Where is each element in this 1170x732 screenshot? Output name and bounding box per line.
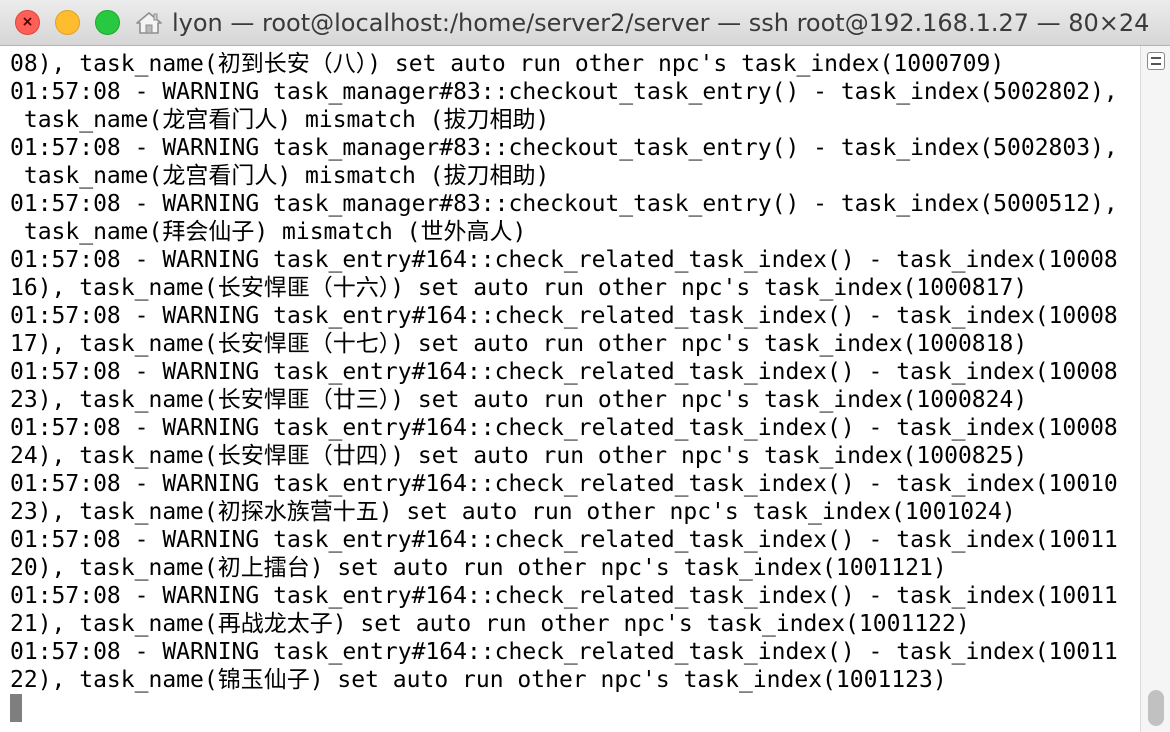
- terminal-cursor: [10, 694, 22, 722]
- terminal-line: 16), task_name(长安悍匪（十六）) set auto run ot…: [10, 275, 1028, 301]
- window-title: lyon — root@localhost:/home/server2/serv…: [172, 9, 1150, 37]
- terminal-line: 08), task_name(初到长安（八）) set auto run oth…: [10, 51, 1005, 77]
- terminal-line: task_name(龙宫看门人) mismatch (拔刀相助): [10, 107, 550, 133]
- scroll-thumb[interactable]: [1148, 690, 1164, 726]
- terminal-line: 24), task_name(长安悍匪（廿四）) set auto run ot…: [10, 443, 1028, 469]
- close-icon: ×: [21, 14, 34, 30]
- terminal-line: 01:57:08 - WARNING task_entry#164::check…: [10, 415, 1118, 441]
- vertical-scrollbar[interactable]: [1140, 46, 1170, 732]
- scroll-menu-button[interactable]: [1147, 52, 1165, 70]
- terminal-line: 20), task_name(初上擂台) set auto run other …: [10, 555, 947, 581]
- terminal-line: task_name(龙宫看门人) mismatch (拔刀相助): [10, 163, 550, 189]
- terminal-line: task_name(拜会仙子) mismatch (世外高人): [10, 219, 527, 245]
- terminal-line: 01:57:08 - WARNING task_manager#83::chec…: [10, 135, 1118, 161]
- terminal-window: × lyon — root@localhost:/home/server2/se…: [0, 0, 1170, 732]
- terminal-line: 01:57:08 - WARNING task_entry#164::check…: [10, 359, 1118, 385]
- terminal-output[interactable]: 08), task_name(初到长安（八）) set auto run oth…: [0, 46, 1140, 732]
- title-bar[interactable]: × lyon — root@localhost:/home/server2/se…: [0, 0, 1170, 46]
- terminal-line: 01:57:08 - WARNING task_manager#83::chec…: [10, 191, 1118, 217]
- terminal-line: 21), task_name(再战龙太子) set auto run other…: [10, 611, 970, 637]
- terminal-line: 01:57:08 - WARNING task_manager#83::chec…: [10, 79, 1118, 105]
- home-folder-icon: [136, 12, 162, 34]
- prompt-line[interactable]: [10, 694, 1140, 722]
- terminal-line: 17), task_name(长安悍匪（十七）) set auto run ot…: [10, 331, 1028, 357]
- close-button[interactable]: ×: [15, 10, 40, 35]
- terminal-line: 23), task_name(初探水族营十五) set auto run oth…: [10, 499, 1016, 525]
- terminal-line: 23), task_name(长安悍匪（廿三）) set auto run ot…: [10, 387, 1028, 413]
- terminal-line: 01:57:08 - WARNING task_entry#164::check…: [10, 527, 1118, 553]
- terminal-line: 01:57:08 - WARNING task_entry#164::check…: [10, 583, 1118, 609]
- minimize-button[interactable]: [55, 10, 80, 35]
- menu-lines-icon: [1151, 57, 1161, 59]
- terminal-line: 01:57:08 - WARNING task_entry#164::check…: [10, 639, 1118, 665]
- zoom-button[interactable]: [95, 10, 120, 35]
- terminal-line: 01:57:08 - WARNING task_entry#164::check…: [10, 247, 1118, 273]
- terminal-line: 01:57:08 - WARNING task_entry#164::check…: [10, 303, 1118, 329]
- terminal-line: 01:57:08 - WARNING task_entry#164::check…: [10, 471, 1118, 497]
- terminal-line: 22), task_name(锦玉仙子) set auto run other …: [10, 667, 947, 693]
